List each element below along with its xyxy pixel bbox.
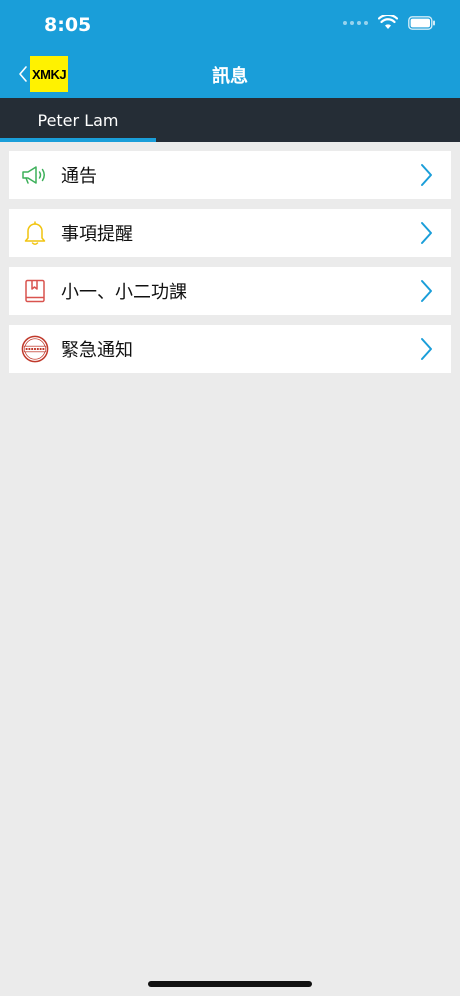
book-icon: [21, 277, 49, 305]
chevron-right-icon: [421, 222, 432, 244]
wifi-icon: [378, 15, 398, 29]
list-item-notice[interactable]: 通告: [9, 151, 451, 199]
cellular-signal-icon: [343, 20, 368, 25]
tab-label: Peter Lam: [37, 110, 119, 130]
list-item-label: 事項提醒: [61, 224, 133, 245]
student-tabbar: Peter Lam: [0, 98, 460, 142]
message-category-list: 通告 事項提醒 小一、小二功課 緊急通知: [9, 151, 451, 383]
megaphone-icon: [21, 161, 49, 189]
list-item-label: 緊急通知: [61, 340, 133, 361]
page-title: 訊息: [212, 66, 248, 87]
urgent-stamp-icon: [21, 335, 49, 363]
tab-student[interactable]: Peter Lam: [0, 98, 156, 142]
tab-active-indicator: [0, 138, 156, 142]
chevron-right-icon: [421, 164, 432, 186]
chevron-right-icon: [421, 338, 432, 360]
status-indicators: [343, 15, 436, 30]
status-time: 8:05: [44, 14, 92, 36]
list-item-reminder[interactable]: 事項提醒: [9, 209, 451, 257]
list-item-homework[interactable]: 小一、小二功課: [9, 267, 451, 315]
battery-icon: [408, 15, 435, 30]
chevron-right-icon: [421, 280, 432, 302]
bell-icon: [21, 219, 49, 247]
list-item-label: 通告: [61, 166, 97, 187]
list-item-emergency[interactable]: 緊急通知: [9, 325, 451, 373]
home-indicator[interactable]: [148, 981, 312, 987]
list-item-label: 小一、小二功課: [61, 282, 187, 303]
app-header: 8:05 XMKJ 訊息: [0, 0, 460, 98]
